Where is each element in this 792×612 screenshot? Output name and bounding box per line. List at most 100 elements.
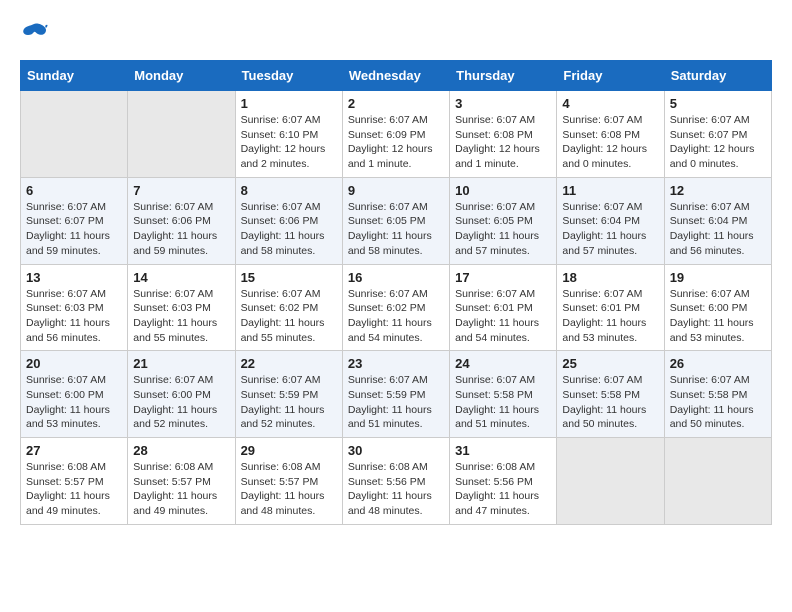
cell-detail: Sunrise: 6:07 AMSunset: 6:08 PMDaylight:… [562, 113, 658, 172]
cell-detail: Sunrise: 6:07 AMSunset: 6:00 PMDaylight:… [133, 373, 229, 432]
cell-detail: Sunrise: 6:07 AMSunset: 6:01 PMDaylight:… [455, 287, 551, 346]
cell-detail: Sunrise: 6:07 AMSunset: 6:08 PMDaylight:… [455, 113, 551, 172]
day-number: 7 [133, 183, 229, 198]
calendar-cell [21, 91, 128, 178]
cell-detail: Sunrise: 6:07 AMSunset: 6:00 PMDaylight:… [26, 373, 122, 432]
cell-detail: Sunrise: 6:08 AMSunset: 5:57 PMDaylight:… [133, 460, 229, 519]
calendar-cell: 2Sunrise: 6:07 AMSunset: 6:09 PMDaylight… [342, 91, 449, 178]
cell-detail: Sunrise: 6:07 AMSunset: 5:59 PMDaylight:… [348, 373, 444, 432]
cell-detail: Sunrise: 6:07 AMSunset: 6:04 PMDaylight:… [670, 200, 766, 259]
cell-detail: Sunrise: 6:07 AMSunset: 6:06 PMDaylight:… [133, 200, 229, 259]
calendar-cell [664, 438, 771, 525]
day-number: 18 [562, 270, 658, 285]
calendar-cell [557, 438, 664, 525]
cell-detail: Sunrise: 6:07 AMSunset: 6:07 PMDaylight:… [670, 113, 766, 172]
calendar-cell: 27 Sunrise: 6:08 AMSunset: 5:57 PMDayligh… [21, 438, 128, 525]
cell-detail: Sunrise: 6:07 AMSunset: 6:03 PMDaylight:… [26, 287, 122, 346]
day-number: 20 [26, 356, 122, 371]
calendar-cell: 30 Sunrise: 6:08 AMSunset: 5:56 PMDayligh… [342, 438, 449, 525]
calendar-cell: 10 Sunrise: 6:07 AMSunset: 6:05 PMDayligh… [450, 177, 557, 264]
day-number: 28 [133, 443, 229, 458]
day-number: 1 [241, 96, 337, 111]
day-number: 17 [455, 270, 551, 285]
day-number: 23 [348, 356, 444, 371]
day-number: 15 [241, 270, 337, 285]
calendar-cell: 8 Sunrise: 6:07 AMSunset: 6:06 PMDaylight… [235, 177, 342, 264]
cell-detail: Sunrise: 6:07 AMSunset: 5:58 PMDaylight:… [562, 373, 658, 432]
day-number: 2 [348, 96, 444, 111]
cell-detail: Sunrise: 6:07 AMSunset: 6:05 PMDaylight:… [348, 200, 444, 259]
calendar-week-row: 20 Sunrise: 6:07 AMSunset: 6:00 PMDayligh… [21, 351, 772, 438]
calendar-cell: 28 Sunrise: 6:08 AMSunset: 5:57 PMDayligh… [128, 438, 235, 525]
cell-detail: Sunrise: 6:07 AMSunset: 6:10 PMDaylight:… [241, 113, 337, 172]
calendar-cell: 23 Sunrise: 6:07 AMSunset: 5:59 PMDayligh… [342, 351, 449, 438]
calendar-cell: 3 Sunrise: 6:07 AMSunset: 6:08 PMDaylight… [450, 91, 557, 178]
calendar-cell: 14 Sunrise: 6:07 AMSunset: 6:03 PMDayligh… [128, 264, 235, 351]
cell-detail: Sunrise: 6:07 AMSunset: 6:03 PMDaylight:… [133, 287, 229, 346]
day-number: 30 [348, 443, 444, 458]
day-header-saturday: Saturday [664, 61, 771, 91]
calendar-cell: 29 Sunrise: 6:08 AMSunset: 5:57 PMDayligh… [235, 438, 342, 525]
cell-detail: Sunrise: 6:07 AMSunset: 6:06 PMDaylight:… [241, 200, 337, 259]
day-header-wednesday: Wednesday [342, 61, 449, 91]
day-header-thursday: Thursday [450, 61, 557, 91]
day-number: 9 [348, 183, 444, 198]
calendar-cell: 31 Sunrise: 6:08 AMSunset: 5:56 PMDayligh… [450, 438, 557, 525]
calendar-cell: 5 Sunrise: 6:07 AMSunset: 6:07 PMDaylight… [664, 91, 771, 178]
day-number: 21 [133, 356, 229, 371]
calendar-table: SundayMondayTuesdayWednesdayThursdayFrid… [20, 60, 772, 525]
cell-detail: Sunrise: 6:07 AMSunset: 6:07 PMDaylight:… [26, 200, 122, 259]
calendar-cell: 20 Sunrise: 6:07 AMSunset: 6:00 PMDayligh… [21, 351, 128, 438]
cell-detail: Sunrise: 6:08 AMSunset: 5:56 PMDaylight:… [455, 460, 551, 519]
calendar-cell: 12 Sunrise: 6:07 AMSunset: 6:04 PMDayligh… [664, 177, 771, 264]
day-number: 6 [26, 183, 122, 198]
page-header [20, 20, 772, 44]
cell-detail: Sunrise: 6:08 AMSunset: 5:57 PMDaylight:… [26, 460, 122, 519]
day-number: 10 [455, 183, 551, 198]
cell-detail: Sunrise: 6:07 AMSunset: 6:05 PMDaylight:… [455, 200, 551, 259]
logo-icon [20, 20, 48, 44]
cell-detail: Sunrise: 6:07 AMSunset: 6:00 PMDaylight:… [670, 287, 766, 346]
day-number: 8 [241, 183, 337, 198]
day-number: 26 [670, 356, 766, 371]
calendar-cell: 25 Sunrise: 6:07 AMSunset: 5:58 PMDayligh… [557, 351, 664, 438]
day-number: 5 [670, 96, 766, 111]
cell-detail: Sunrise: 6:07 AMSunset: 6:02 PMDaylight:… [348, 287, 444, 346]
day-number: 14 [133, 270, 229, 285]
calendar-cell: 15 Sunrise: 6:07 AMSunset: 6:02 PMDayligh… [235, 264, 342, 351]
cell-detail: Sunrise: 6:08 AMSunset: 5:56 PMDaylight:… [348, 460, 444, 519]
cell-detail: Sunrise: 6:07 AMSunset: 6:04 PMDaylight:… [562, 200, 658, 259]
calendar-cell: 4 Sunrise: 6:07 AMSunset: 6:08 PMDaylight… [557, 91, 664, 178]
calendar-cell: 1 Sunrise: 6:07 AMSunset: 6:10 PMDaylight… [235, 91, 342, 178]
logo [20, 20, 52, 44]
day-number: 24 [455, 356, 551, 371]
day-number: 16 [348, 270, 444, 285]
calendar-cell: 24Sunrise: 6:07 AMSunset: 5:58 PMDayligh… [450, 351, 557, 438]
cell-detail: Sunrise: 6:07 AMSunset: 6:01 PMDaylight:… [562, 287, 658, 346]
calendar-cell: 9 Sunrise: 6:07 AMSunset: 6:05 PMDaylight… [342, 177, 449, 264]
day-number: 12 [670, 183, 766, 198]
cell-detail: Sunrise: 6:07 AMSunset: 6:02 PMDaylight:… [241, 287, 337, 346]
day-header-friday: Friday [557, 61, 664, 91]
day-number: 19 [670, 270, 766, 285]
day-number: 4 [562, 96, 658, 111]
calendar-cell: 26Sunrise: 6:07 AMSunset: 5:58 PMDayligh… [664, 351, 771, 438]
day-number: 31 [455, 443, 551, 458]
cell-detail: Sunrise: 6:08 AMSunset: 5:57 PMDaylight:… [241, 460, 337, 519]
calendar-week-row: 27 Sunrise: 6:08 AMSunset: 5:57 PMDayligh… [21, 438, 772, 525]
day-number: 3 [455, 96, 551, 111]
calendar-cell: 21 Sunrise: 6:07 AMSunset: 6:00 PMDayligh… [128, 351, 235, 438]
calendar-header-row: SundayMondayTuesdayWednesdayThursdayFrid… [21, 61, 772, 91]
day-header-tuesday: Tuesday [235, 61, 342, 91]
day-number: 22 [241, 356, 337, 371]
calendar-cell: 19 Sunrise: 6:07 AMSunset: 6:00 PMDayligh… [664, 264, 771, 351]
calendar-week-row: 1 Sunrise: 6:07 AMSunset: 6:10 PMDaylight… [21, 91, 772, 178]
calendar-cell: 13Sunrise: 6:07 AMSunset: 6:03 PMDayligh… [21, 264, 128, 351]
day-number: 11 [562, 183, 658, 198]
cell-detail: Sunrise: 6:07 AMSunset: 5:59 PMDaylight:… [241, 373, 337, 432]
day-number: 27 [26, 443, 122, 458]
calendar-week-row: 13Sunrise: 6:07 AMSunset: 6:03 PMDayligh… [21, 264, 772, 351]
calendar-cell: 18 Sunrise: 6:07 AMSunset: 6:01 PMDayligh… [557, 264, 664, 351]
day-number: 25 [562, 356, 658, 371]
day-number: 29 [241, 443, 337, 458]
